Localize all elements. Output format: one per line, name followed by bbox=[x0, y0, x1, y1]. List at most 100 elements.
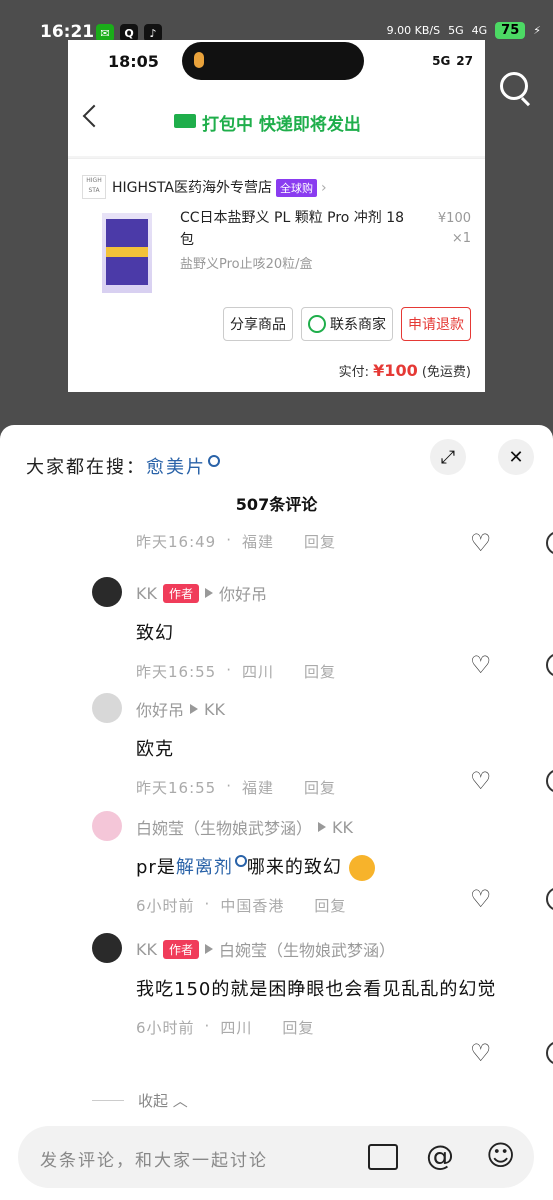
dynamic-island bbox=[182, 42, 364, 80]
expand-icon: ⤢ bbox=[440, 446, 456, 468]
heart-icon[interactable]: ♡ bbox=[470, 531, 492, 555]
comment-location: 四川 bbox=[242, 663, 275, 681]
author-tag: 作者 bbox=[162, 939, 199, 959]
comment-sheet: 大家都在搜：愈美片 ⤢ ✕ 507条评论 昨天16:49·福建 回复 ♡ ◡ K… bbox=[0, 425, 553, 1200]
comment-item: 白婉莹（生物娘武梦涵） KK pr是解离剂 哪来的致幻 6小时前 · 中国香港 回复 … bbox=[136, 815, 553, 916]
comment-item: KK 作者 白婉莹（生物娘武梦涵） 我吃150的就是困睁眼也会看见乱乱的幻觉 6… bbox=[136, 937, 553, 1065]
contact-merchant-button: 联系商家 bbox=[301, 307, 393, 341]
reply-to-user[interactable]: 白婉莹（生物娘武梦涵） bbox=[219, 937, 395, 961]
dislike-icon[interactable]: ◡ bbox=[546, 1041, 553, 1065]
comment-time: 6小时前 bbox=[136, 897, 195, 915]
comment-text: pr是解离剂 哪来的致幻 bbox=[136, 853, 553, 883]
image-status-right: 5G 27 bbox=[432, 54, 473, 68]
comment-user[interactable]: KK bbox=[136, 584, 157, 603]
author-tag: 作者 bbox=[162, 583, 199, 603]
paid-total: 实付: ¥100 (免运费) bbox=[339, 361, 471, 380]
search-icon bbox=[234, 855, 247, 867]
comment-time: 6小时前 bbox=[136, 1019, 195, 1037]
chevron-right-icon: › bbox=[320, 180, 327, 196]
image-status-bar: 18:05 5G 27 bbox=[68, 40, 485, 84]
comment-time: 昨天16:55 bbox=[136, 663, 217, 681]
comment-item: 昨天16:49·福建 回复 ♡ ◡ bbox=[136, 531, 553, 555]
comment-text: 致幻 bbox=[136, 623, 174, 644]
reply-arrow-icon bbox=[190, 704, 199, 714]
image-battery: 27 bbox=[456, 54, 473, 68]
reply-button[interactable]: 回复 bbox=[314, 895, 346, 916]
status-time: 16:21 bbox=[40, 22, 95, 42]
comment-input-placeholder: 发条评论，和大家一起讨论 bbox=[40, 1151, 268, 1171]
mention-icon[interactable]: @ bbox=[426, 1140, 454, 1172]
comment-item: KK 作者 你好吊 致幻 昨天16:55·四川 回复 ♡ ◡ bbox=[136, 581, 553, 682]
search-icon bbox=[208, 455, 220, 467]
order-buttons: 分享商品 联系商家 申请退款 bbox=[223, 307, 471, 341]
expand-button[interactable]: ⤢ bbox=[430, 439, 466, 475]
avatar[interactable] bbox=[92, 811, 122, 841]
avatar[interactable] bbox=[92, 933, 122, 963]
comment-text-part: 哪来的致幻 bbox=[246, 857, 342, 878]
comment-text-part: pr是 bbox=[136, 857, 176, 878]
avatar[interactable] bbox=[92, 693, 122, 723]
search-icon[interactable] bbox=[500, 72, 528, 100]
comment-user[interactable]: 你好吊 bbox=[136, 697, 184, 721]
back-arrow-icon bbox=[82, 104, 106, 128]
chat-icon bbox=[308, 315, 326, 333]
close-button[interactable]: ✕ bbox=[498, 439, 534, 475]
reply-button[interactable]: 回复 bbox=[282, 1017, 314, 1038]
emoji-icon bbox=[348, 855, 375, 881]
reply-button[interactable]: 回复 bbox=[304, 661, 336, 682]
reply-button[interactable]: 回复 bbox=[304, 777, 336, 798]
product-qty: ×1 bbox=[451, 231, 471, 246]
shop-logo: HIGH STA bbox=[82, 175, 106, 199]
comment-composer[interactable]: 发条评论，和大家一起讨论 @ ☺ bbox=[18, 1126, 534, 1188]
image-time: 18:05 bbox=[108, 52, 159, 71]
battery-indicator: 75 bbox=[495, 22, 526, 39]
comment-text: 我吃150的就是困睁眼也会看见乱乱的幻觉 bbox=[136, 979, 497, 1000]
reply-to-user[interactable]: 你好吊 bbox=[219, 581, 267, 605]
paid-note: (免运费) bbox=[421, 365, 471, 380]
paid-label: 实付: bbox=[338, 365, 370, 380]
comment-header: KK 作者 你好吊 bbox=[136, 581, 553, 605]
order-card: HIGH STA HIGHSTA医药海外专营店 全球购 › CC日本盐野义 PL 颗粒… bbox=[68, 158, 485, 392]
product-title: CC日本盐野义 PL 颗粒 Pro 冲剂 18 包 bbox=[180, 210, 405, 248]
comment-header: KK 作者 白婉莹（生物娘武梦涵） bbox=[136, 937, 526, 961]
comment-user[interactable]: KK bbox=[136, 940, 157, 959]
comment-header: 白婉莹（生物娘武梦涵） KK bbox=[136, 815, 553, 839]
heart-icon[interactable]: ♡ bbox=[470, 653, 492, 677]
reply-to-user[interactable]: KK bbox=[332, 818, 353, 837]
close-icon: ✕ bbox=[508, 446, 524, 468]
heart-icon[interactable]: ♡ bbox=[470, 887, 492, 911]
hot-search-term[interactable]: 愈美片 bbox=[146, 457, 206, 478]
contact-merchant-label: 联系商家 bbox=[330, 317, 386, 333]
comment-location: 中国香港 bbox=[220, 897, 285, 915]
product-image bbox=[102, 213, 152, 293]
heart-icon[interactable]: ♡ bbox=[470, 769, 492, 793]
product-sku: 盐野义Pro止咳20粒/盒 bbox=[180, 257, 313, 272]
mic-icon bbox=[194, 52, 204, 68]
reply-button[interactable]: 回复 bbox=[304, 531, 336, 552]
collapse-label: 收起 bbox=[138, 1092, 169, 1110]
divider bbox=[92, 1100, 124, 1101]
global-tag: 全球购 bbox=[275, 179, 317, 197]
comment-user[interactable]: 白婉莹（生物娘武梦涵） bbox=[136, 815, 312, 839]
image-icon[interactable] bbox=[368, 1144, 398, 1170]
comment-header: 你好吊 KK bbox=[136, 697, 553, 721]
reply-arrow-icon bbox=[318, 822, 327, 832]
product-price: ¥100 bbox=[437, 211, 471, 226]
shared-image[interactable]: 18:05 5G 27 打包中 快递即将发出 HIGH STA HIGHSTA医药… bbox=[68, 40, 485, 392]
comment-time: 昨天16:49 bbox=[136, 533, 217, 551]
charging-icon: ⚡ bbox=[533, 24, 541, 37]
hot-search: 大家都在搜：愈美片 bbox=[26, 453, 220, 479]
comment-location: 福建 bbox=[242, 779, 275, 797]
search-link[interactable]: 解离剂 bbox=[176, 857, 233, 878]
status-right: 9.00 KB/S 5G 4G 75 ⚡ bbox=[387, 22, 541, 39]
reply-to-user[interactable]: KK bbox=[204, 700, 225, 719]
comment-time: 昨天16:55 bbox=[136, 779, 217, 797]
comment-location: 四川 bbox=[220, 1019, 253, 1037]
avatar[interactable] bbox=[92, 577, 122, 607]
refund-button: 申请退款 bbox=[401, 307, 471, 341]
image-nav-bar: 打包中 快递即将发出 bbox=[68, 84, 485, 156]
heart-icon[interactable]: ♡ bbox=[470, 1041, 492, 1065]
comment-item: 你好吊 KK 欧克 昨天16:55·福建 回复 ♡ ◡ bbox=[136, 697, 553, 798]
emoji-icon[interactable]: ☺ bbox=[486, 1140, 515, 1172]
collapse-button[interactable]: 收起 ︿ bbox=[138, 1090, 188, 1111]
